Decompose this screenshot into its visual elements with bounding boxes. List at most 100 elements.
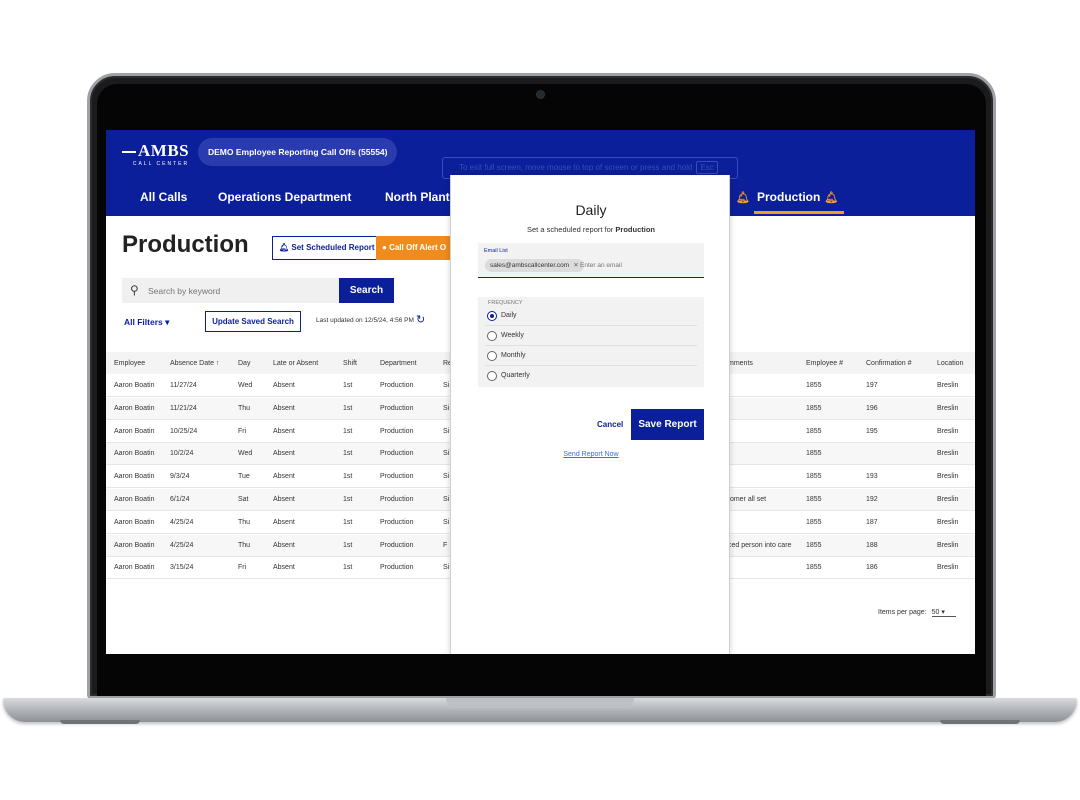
frequency-option-monthly[interactable]: Monthly	[485, 347, 697, 366]
set-scheduled-report-label: Set Scheduled Report	[291, 243, 375, 252]
radio-icon[interactable]	[487, 331, 497, 341]
frequency-option-daily[interactable]: Daily	[485, 307, 697, 326]
table-cell: Production	[380, 496, 414, 503]
table-cell: Tue	[238, 473, 250, 481]
column-header[interactable]: Absence Date ↑	[170, 360, 219, 367]
fullscreen-hint-text: To exit full screen, move mouse to top o…	[459, 163, 693, 172]
table-cell: Production	[380, 382, 414, 389]
table-cell: Breslin	[937, 496, 959, 503]
table-cell: 11/27/24	[170, 382, 197, 389]
table-cell: ced person into care	[728, 541, 792, 549]
update-saved-search-button[interactable]: Update Saved Search	[205, 311, 301, 332]
column-header[interactable]: Confirmation #	[866, 360, 912, 367]
scheduled-report-modal: Daily Set a scheduled report for Product…	[450, 175, 730, 654]
column-header[interactable]: Late or Absent	[273, 360, 318, 367]
alert-icon: ●	[382, 243, 390, 252]
bell-icon: 🔔︎	[824, 192, 839, 204]
table-cell: Wed	[238, 382, 253, 389]
table-cell: Aaron Boatin	[114, 404, 155, 412]
laptop-opening-lip	[446, 698, 634, 708]
table-cell: 1st	[343, 382, 353, 389]
table-cell: Production	[380, 473, 414, 481]
tab-operations-department[interactable]: Operations Department	[218, 190, 351, 204]
table-cell: 1855	[806, 541, 822, 549]
account-selector[interactable]: DEMO Employee Reporting Call Offs (55554…	[198, 138, 398, 166]
table-cell: 1st	[343, 541, 353, 549]
laptop-foot-right	[940, 720, 1020, 724]
frequency-option-weekly[interactable]: Weekly	[485, 327, 697, 346]
search-button[interactable]: Search	[339, 278, 394, 303]
column-header[interactable]: Location	[937, 360, 963, 367]
column-header[interactable]: Department	[380, 360, 417, 367]
table-cell: Fri	[238, 427, 247, 435]
column-header[interactable]: Employee #	[806, 360, 843, 367]
email-input[interactable]	[580, 259, 698, 272]
tab-production[interactable]: Production 🔔︎	[757, 190, 838, 204]
table-cell: Breslin	[937, 450, 959, 458]
table-cell: Production	[380, 450, 414, 458]
all-filters-dropdown[interactable]: All Filters ▾	[124, 317, 169, 328]
table-cell: Absent	[273, 496, 295, 503]
table-cell: Production	[380, 541, 414, 549]
ambs-logo[interactable]: AMBS CALL CENTER	[122, 142, 189, 168]
bell-icon: 🔔︎	[736, 192, 750, 204]
table-cell: F	[443, 541, 448, 549]
column-header[interactable]: Day	[238, 360, 250, 367]
table-cell: 1855	[806, 382, 822, 389]
table-cell: 1st	[343, 450, 353, 458]
email-list-field[interactable]: Email List sales@ambscallcenter.com ✕	[478, 243, 704, 278]
tab-all-calls[interactable]: All Calls	[140, 190, 187, 204]
table-cell: Thu	[238, 518, 251, 526]
table-cell: 188	[866, 541, 878, 549]
radio-icon[interactable]	[487, 371, 497, 381]
frequency-option-label: Daily	[501, 312, 517, 319]
search-input[interactable]	[148, 281, 334, 300]
set-scheduled-report-button[interactable]: 🔔︎ Set Scheduled Report	[272, 236, 382, 260]
column-header[interactable]: Shift	[343, 360, 357, 367]
items-per-page-select[interactable]: 50 ▾	[931, 608, 956, 617]
frequency-option-quarterly[interactable]: Quarterly	[485, 367, 697, 386]
table-cell: Aaron Boatin	[114, 564, 155, 572]
table-cell: 1st	[343, 473, 353, 481]
table-cell: 1855	[806, 518, 822, 526]
radio-icon[interactable]	[487, 351, 497, 361]
table-cell: 195	[866, 427, 878, 435]
table-cell: Aaron Boatin	[114, 541, 155, 549]
modal-title: Daily	[575, 202, 607, 218]
table-cell: Production	[380, 404, 414, 412]
table-cell: tomer all set	[728, 496, 767, 503]
modal-subtitle: Set a scheduled report for Production	[451, 225, 731, 234]
column-header[interactable]: mments	[728, 360, 753, 367]
esc-key-badge: Esc	[696, 161, 718, 174]
send-report-now-link[interactable]: Send Report Now	[451, 451, 731, 458]
frequency-label: FREQUENCY	[488, 300, 523, 306]
refresh-icon[interactable]: ↻	[416, 313, 425, 326]
table-cell: Breslin	[937, 382, 959, 389]
table-cell: Production	[380, 518, 414, 526]
frequency-option-label: Quarterly	[501, 372, 530, 379]
laptop-foot-left	[60, 720, 140, 724]
table-cell: Thu	[238, 404, 251, 412]
page-title: Production	[122, 231, 249, 258]
active-tab-indicator	[754, 211, 844, 214]
save-report-button[interactable]: Save Report	[631, 409, 704, 440]
table-cell: 187	[866, 518, 878, 526]
all-filters-label: All Filters	[124, 317, 163, 327]
tab-north-plant[interactable]: North Plant	[385, 190, 450, 204]
close-icon[interactable]: ✕	[573, 262, 578, 269]
table-cell: Absent	[273, 518, 295, 526]
items-per-page-value: 50	[931, 609, 940, 616]
table-cell: 1855	[806, 496, 822, 503]
table-cell: 9/3/24	[170, 473, 190, 481]
table-cell: 186	[866, 564, 878, 572]
table-cell: Aaron Boatin	[114, 473, 155, 481]
bell-outline-icon: 🔔︎	[279, 243, 292, 252]
tab-north-plant-bell: 🔔︎	[732, 190, 750, 204]
table-cell: Absent	[273, 382, 295, 389]
caret-down-icon: ▾	[941, 609, 945, 616]
table-cell: Aaron Boatin	[114, 427, 155, 435]
cancel-button[interactable]: Cancel	[597, 420, 623, 429]
modal-subtitle-target: Production	[615, 225, 655, 234]
column-header[interactable]: Employee	[114, 360, 145, 367]
radio-selected-icon[interactable]	[487, 311, 497, 321]
